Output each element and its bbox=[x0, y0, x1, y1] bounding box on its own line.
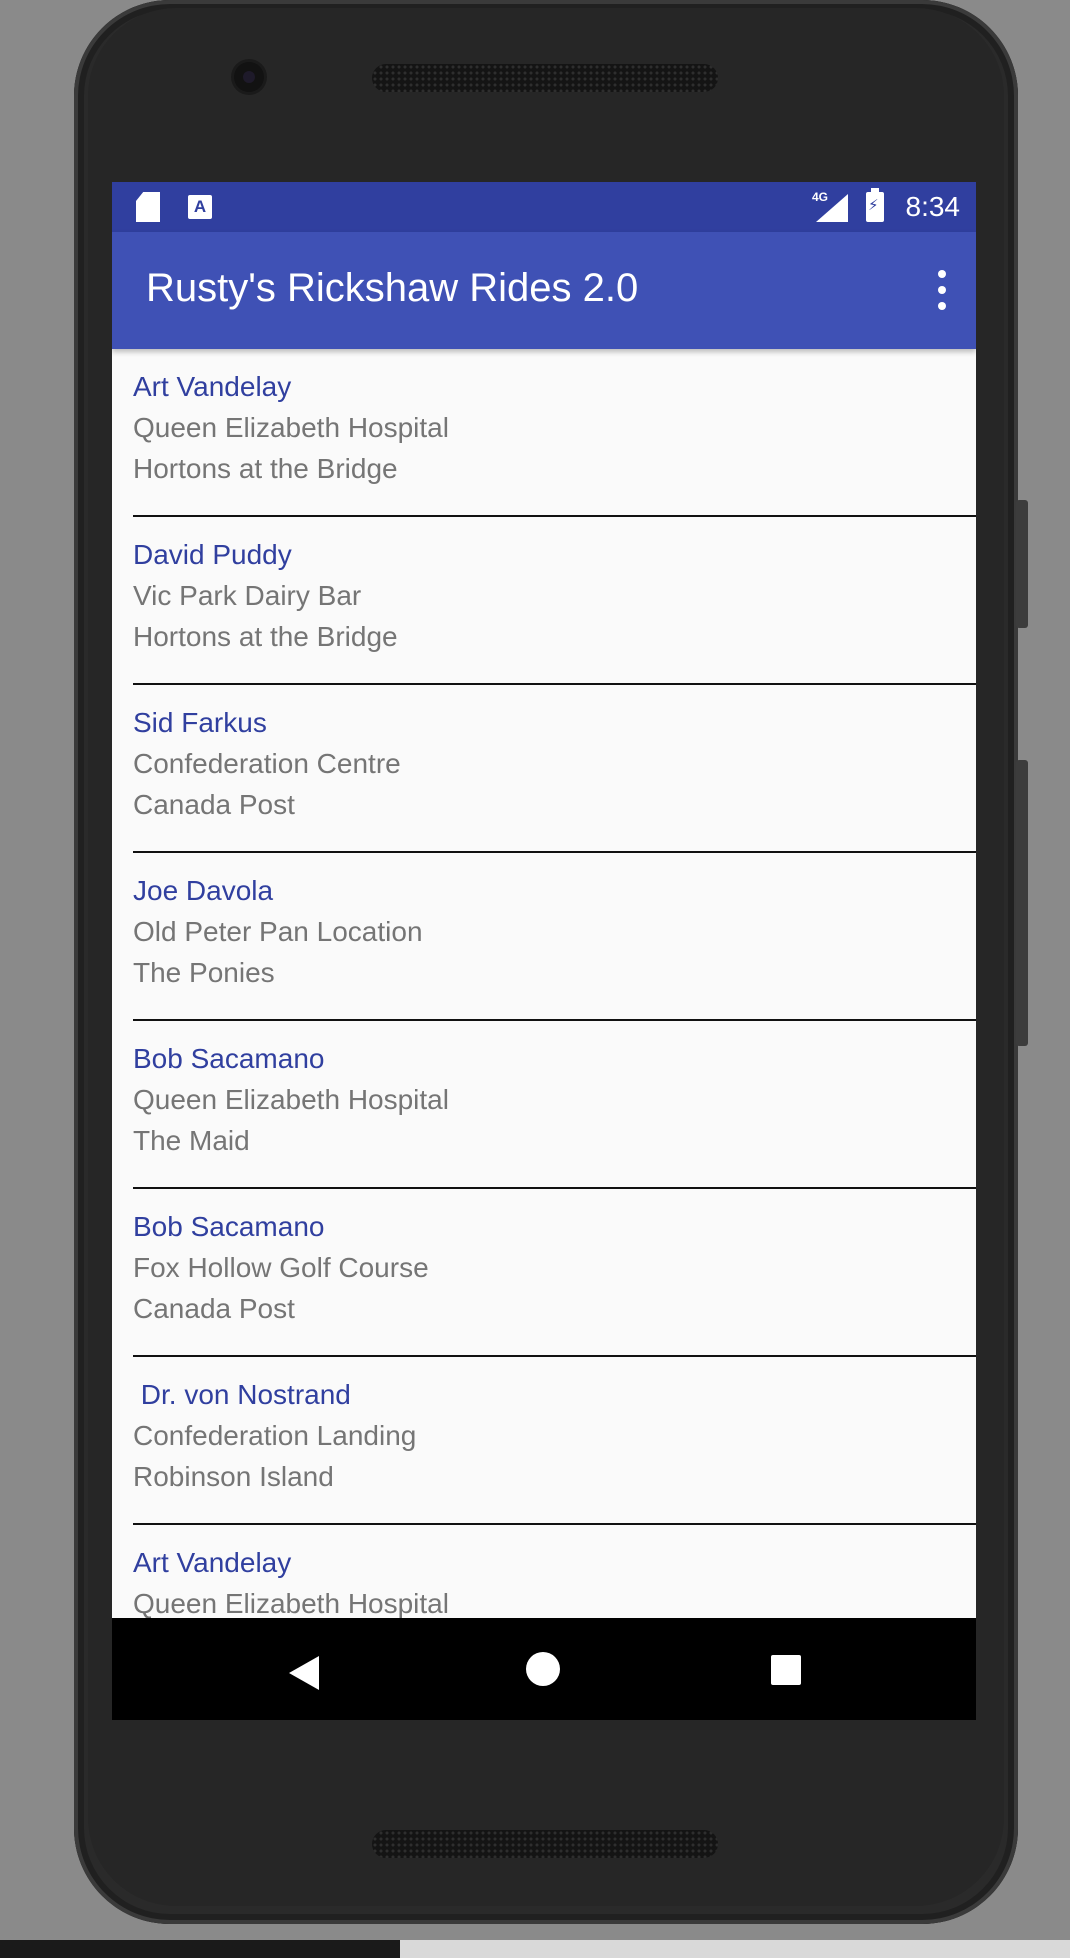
dropoff-location: Canada Post bbox=[133, 789, 295, 820]
passenger-name: Joe Davola bbox=[133, 875, 274, 906]
dropoff-location: The Maid bbox=[133, 1125, 250, 1156]
list-item[interactable]: Joe Davola Old Peter Pan Location The Po… bbox=[133, 853, 976, 1021]
passenger-name: Art Vandelay bbox=[133, 371, 292, 402]
list-item[interactable]: Bob Sacamano Fox Hollow Golf Course Cana… bbox=[133, 1189, 976, 1357]
signal-icon bbox=[816, 194, 848, 222]
list-item[interactable]: Dr. von Nostrand Confederation Landing R… bbox=[133, 1357, 976, 1525]
list-item[interactable]: Sid Farkus Confederation Centre Canada P… bbox=[133, 685, 976, 853]
battery-charging-icon bbox=[866, 188, 884, 222]
more-vert-icon[interactable] bbox=[936, 270, 948, 310]
pickup-location: Queen Elizabeth Hospital bbox=[133, 1588, 449, 1619]
dropoff-location: Hortons at the Bridge bbox=[133, 453, 398, 484]
top-speaker-grille bbox=[372, 64, 718, 92]
dropoff-location: Robinson Island bbox=[133, 1461, 334, 1492]
dropoff-location: Canada Post bbox=[133, 1293, 295, 1324]
pickup-location: Confederation Landing bbox=[133, 1420, 417, 1451]
dropoff-location: The Ponies bbox=[133, 957, 275, 988]
pickup-location: Vic Park Dairy Bar bbox=[133, 580, 362, 611]
ride-list[interactable]: Art Vandelay Queen Elizabeth Hospital Ho… bbox=[112, 349, 976, 1625]
sd-card-icon bbox=[136, 192, 160, 222]
dropoff-location: Hortons at the Bridge bbox=[133, 621, 398, 652]
pickup-location: Queen Elizabeth Hospital bbox=[133, 1084, 449, 1115]
device-screen: A 4G 8:34 Rusty's Rickshaw Rides 2.0 Art… bbox=[112, 182, 976, 1720]
app-title: Rusty's Rickshaw Rides 2.0 bbox=[146, 266, 639, 310]
pickup-location: Queen Elizabeth Hospital bbox=[133, 412, 449, 443]
list-item[interactable]: David Puddy Vic Park Dairy Bar Hortons a… bbox=[133, 517, 976, 685]
passenger-name: Sid Farkus bbox=[133, 707, 267, 738]
navigation-bar bbox=[112, 1618, 976, 1720]
app-bar: Rusty's Rickshaw Rides 2.0 bbox=[112, 232, 976, 349]
power-button bbox=[1016, 500, 1028, 628]
passenger-name: Bob Sacamano bbox=[133, 1043, 325, 1074]
passenger-name: Dr. von Nostrand bbox=[133, 1379, 351, 1410]
recents-icon[interactable] bbox=[771, 1655, 801, 1685]
desktop-backdrop bbox=[0, 1940, 1070, 1958]
pickup-location: Confederation Centre bbox=[133, 748, 401, 779]
volume-button bbox=[1016, 760, 1028, 1046]
keyboard-a-icon: A bbox=[188, 195, 212, 219]
passenger-name: Bob Sacamano bbox=[133, 1211, 325, 1242]
list-item[interactable]: Art Vandelay Queen Elizabeth Hospital bbox=[133, 1525, 976, 1625]
desktop-taskbar bbox=[0, 1940, 400, 1958]
home-icon[interactable] bbox=[526, 1652, 560, 1686]
list-item[interactable]: Bob Sacamano Queen Elizabeth Hospital Th… bbox=[133, 1021, 976, 1189]
bottom-speaker-grille bbox=[372, 1830, 718, 1858]
list-item[interactable]: Art Vandelay Queen Elizabeth Hospital Ho… bbox=[133, 349, 976, 517]
passenger-name: David Puddy bbox=[133, 539, 292, 570]
back-icon[interactable] bbox=[289, 1656, 319, 1690]
status-bar: A 4G 8:34 bbox=[112, 182, 976, 232]
pickup-location: Old Peter Pan Location bbox=[133, 916, 423, 947]
passenger-name: Art Vandelay bbox=[133, 1547, 292, 1578]
pickup-location: Fox Hollow Golf Course bbox=[133, 1252, 429, 1283]
front-camera bbox=[234, 62, 264, 92]
status-clock: 8:34 bbox=[905, 191, 961, 222]
